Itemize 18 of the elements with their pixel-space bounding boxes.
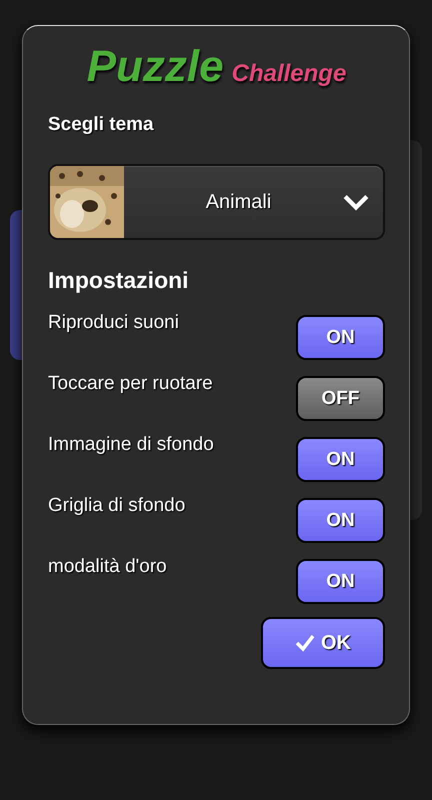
setting-label: Griglia di sfondo <box>48 495 186 517</box>
setting-label: Riproduci suoni <box>48 312 179 334</box>
theme-dropdown[interactable]: Animali <box>48 164 385 240</box>
toggle-button[interactable]: ON <box>296 498 385 543</box>
section-heading: Impostazioni <box>48 267 189 294</box>
logo-text: Puzzle <box>86 42 224 92</box>
ok-button[interactable]: OK <box>261 617 385 669</box>
toggle-button[interactable]: ON <box>296 315 385 360</box>
toggle-button[interactable]: OFF <box>296 376 385 421</box>
toggle-button[interactable]: ON <box>296 559 385 604</box>
chevron-down-icon <box>343 193 369 211</box>
logo-text: Challenge <box>232 60 346 88</box>
section-label: Scegli tema <box>48 114 154 136</box>
setting-label: Toccare per ruotare <box>48 373 213 395</box>
toggle-button[interactable]: ON <box>296 437 385 482</box>
check-icon <box>295 634 315 652</box>
setting-label: modalità d'oro <box>48 556 167 578</box>
setting-label: Immagine di sfondo <box>48 434 214 456</box>
